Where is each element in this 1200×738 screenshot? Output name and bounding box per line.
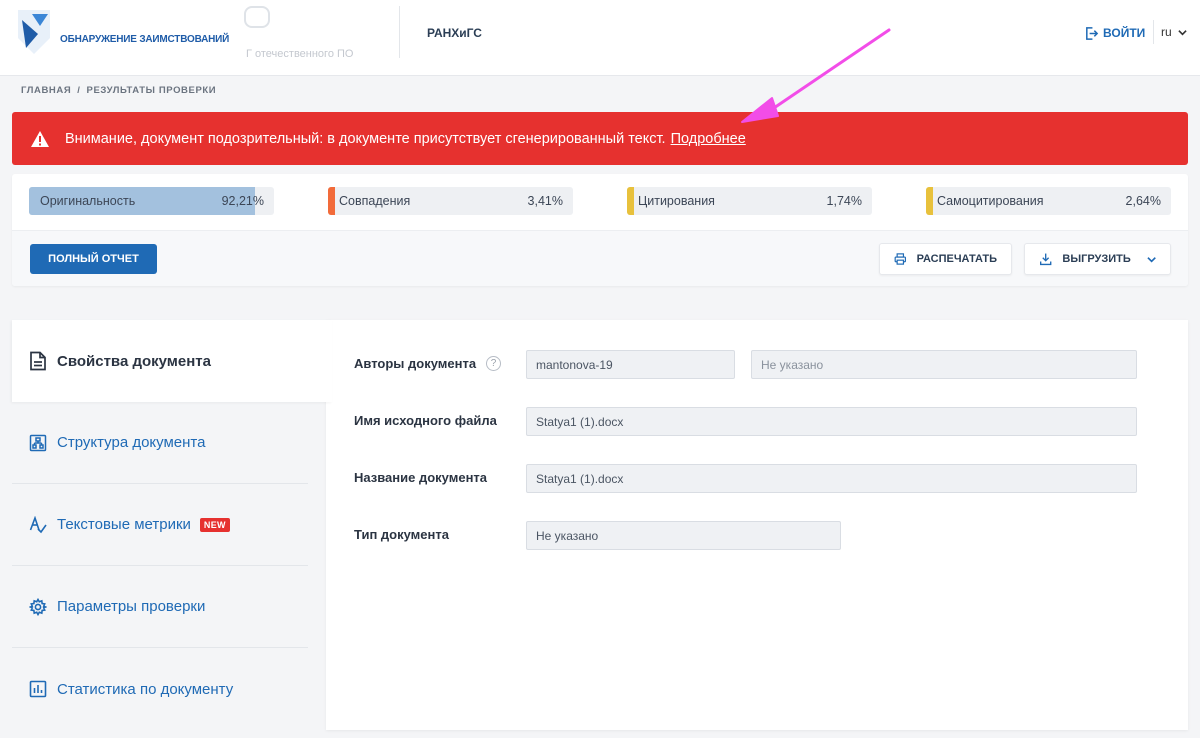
breadcrumb-current: РЕЗУЛЬТАТЫ ПРОВЕРКИ (86, 85, 217, 96)
tab-document-statistics[interactable]: Статистика по документу (12, 648, 308, 730)
download-icon (1040, 253, 1052, 266)
tab-label: Параметры проверки (57, 598, 206, 615)
tab-label: Статистика по документу (57, 680, 234, 698)
authors-label: Авторы документа ? (354, 356, 502, 371)
export-label: ВЫГРУЗИТЬ (1062, 253, 1131, 265)
tab-label: Свойства документа (57, 352, 211, 370)
stats-row: Оригинальность 92,21% Совпадения 3,41% Ц… (12, 174, 1188, 230)
filename-label: Имя исходного файла (354, 413, 497, 428)
printer-icon (894, 253, 907, 265)
export-button[interactable]: ВЫГРУЗИТЬ (1024, 243, 1171, 275)
stat-label: Оригинальность (40, 194, 136, 208)
tab-label: Структура документа (57, 434, 206, 451)
organization-name: РАНХиГС (427, 26, 482, 40)
tab-document-properties[interactable]: Свойства документа (12, 320, 332, 402)
breadcrumb: ГЛАВНАЯ / РЕЗУЛЬТАТЫ ПРОВЕРКИ (21, 85, 216, 96)
stat-label: Самоцитирования (937, 194, 1044, 208)
metrics-icon (29, 515, 47, 533)
stat-label: Цитирования (638, 194, 715, 208)
breadcrumb-home[interactable]: ГЛАВНАЯ (21, 85, 71, 96)
chevron-down-icon (1177, 29, 1187, 35)
logo-mark-icon[interactable] (14, 8, 54, 56)
logo-text: ОБНАРУЖЕНИЕ ЗАИМСТВОВАНИЙ (60, 34, 230, 45)
filename-field[interactable]: Statya1 (1).docx (526, 407, 1137, 436)
chevron-down-icon (1147, 256, 1156, 263)
language-selector[interactable]: ru (1161, 25, 1187, 39)
tab-check-parameters[interactable]: Параметры проверки (12, 566, 308, 648)
print-label: РАСПЕЧАТАТЬ (916, 253, 997, 265)
login-icon (1086, 26, 1099, 40)
new-badge: NEW (199, 517, 230, 532)
stat-citations[interactable]: Цитирования 1,74% (627, 187, 872, 215)
document-icon (30, 351, 46, 371)
stat-originality[interactable]: Оригинальность 92,21% (29, 187, 274, 215)
document-type-field[interactable]: Не указано (526, 521, 841, 550)
bar-chart-icon (29, 680, 47, 698)
authors-extra-field[interactable]: Не указано (751, 350, 1137, 379)
tab-label: Текстовые метрики (57, 516, 191, 533)
gear-icon (29, 597, 47, 616)
print-button[interactable]: РАСПЕЧАТАТЬ (879, 243, 1012, 275)
alert-details-link[interactable]: Подробнее (671, 131, 746, 147)
language-divider (1153, 20, 1154, 44)
stat-self-citations[interactable]: Самоцитирования 2,64% (926, 187, 1171, 215)
help-icon[interactable]: ? (486, 356, 502, 371)
alert-message: Внимание, документ подозрительный: в док… (65, 130, 666, 147)
tab-text-metrics[interactable]: Текстовые метрики NEW (12, 484, 308, 566)
warning-icon (31, 130, 49, 147)
partner-logo-text: Г отечественного ПО (246, 48, 354, 60)
stat-value: 1,74% (826, 194, 862, 208)
stat-matches[interactable]: Совпадения 3,41% (328, 187, 573, 215)
header-divider (399, 6, 400, 58)
report-actions: ПОЛНЫЙ ОТЧЕТ РАСПЕЧАТАТЬ ВЫГРУЗИТЬ (12, 230, 1188, 286)
login-label: ВОЙТИ (1103, 26, 1146, 40)
document-title-field[interactable]: Statya1 (1).docx (526, 464, 1137, 493)
breadcrumb-separator: / (77, 85, 81, 96)
document-title-label: Название документа (354, 470, 488, 485)
check-results-panel: Оригинальность 92,21% Совпадения 3,41% Ц… (12, 174, 1188, 286)
stat-label: Совпадения (339, 194, 411, 208)
authors-label-text: Авторы документа (354, 356, 477, 371)
structure-icon (29, 434, 47, 451)
app-header: ОБНАРУЖЕНИЕ ЗАИМСТВОВАНИЙ Г отечественно… (0, 0, 1200, 76)
full-report-button[interactable]: ПОЛНЫЙ ОТЧЕТ (30, 244, 157, 274)
authors-field[interactable]: mantonova-19 (526, 350, 735, 379)
partner-logo (244, 6, 270, 28)
suspicious-document-alert: Внимание, документ подозрительный: в док… (12, 112, 1188, 165)
document-type-label: Тип документа (354, 527, 449, 542)
tab-document-structure[interactable]: Структура документа (12, 402, 308, 484)
language-value: ru (1161, 25, 1172, 39)
stat-value: 92,21% (221, 194, 264, 208)
stat-value: 2,64% (1125, 194, 1161, 208)
login-button[interactable]: ВОЙТИ (1084, 24, 1145, 42)
stat-value: 3,41% (527, 194, 563, 208)
